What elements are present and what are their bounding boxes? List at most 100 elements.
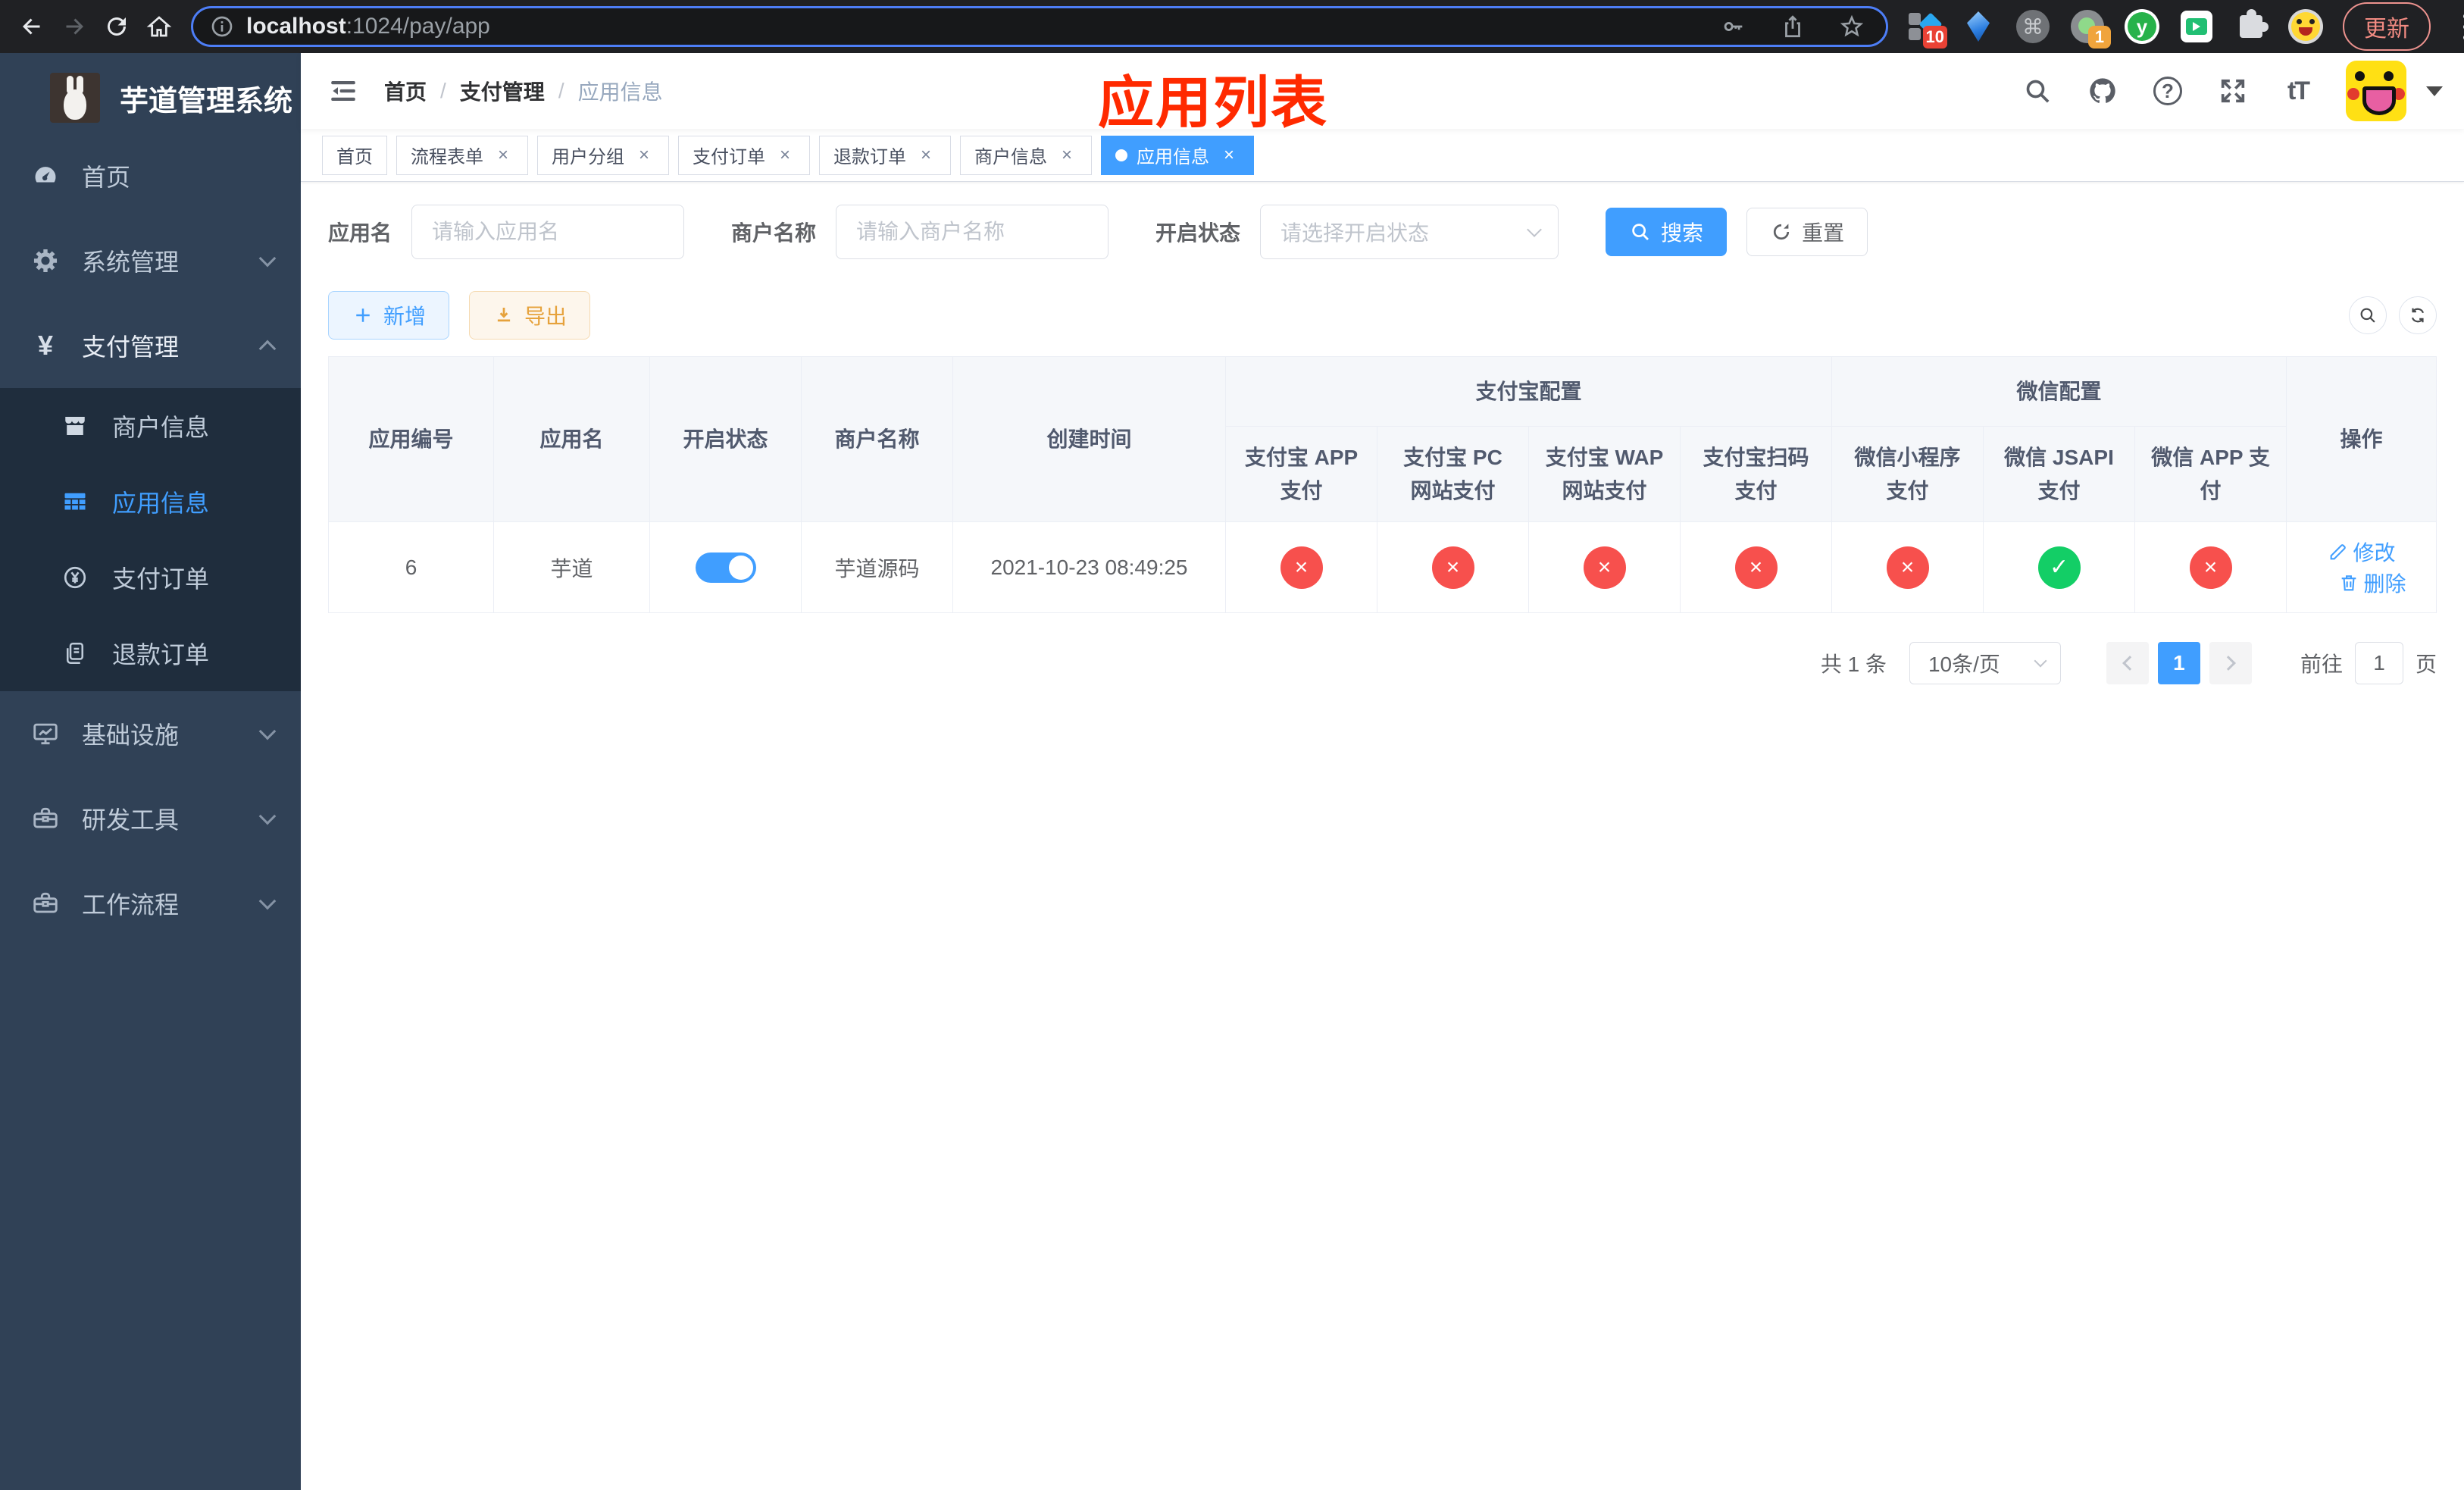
toolbox-icon xyxy=(30,803,61,834)
extension-chat-icon[interactable] xyxy=(2179,9,2214,44)
merchant-name-label: 商户名称 xyxy=(731,221,817,245)
tab-merchant-info[interactable]: 商户信息 × xyxy=(960,135,1092,175)
add-button[interactable]: 新增 xyxy=(328,291,450,340)
reload-icon[interactable] xyxy=(95,5,138,48)
close-icon[interactable]: × xyxy=(492,145,514,166)
goto-unit-label: 页 xyxy=(2415,653,2437,676)
merchant-name-input[interactable] xyxy=(836,205,1109,259)
tab-process-form[interactable]: 流程表单 × xyxy=(396,135,528,175)
reset-button[interactable]: 重置 xyxy=(1746,208,1868,256)
cell-app-name: 芋道 xyxy=(493,521,650,613)
goto-page-input[interactable] xyxy=(2354,642,2403,684)
prev-page-button[interactable] xyxy=(2106,642,2149,684)
app-logo[interactable]: 芋道管理系统 xyxy=(0,53,301,129)
share-icon[interactable] xyxy=(1780,14,1806,39)
browser-menu-icon[interactable] xyxy=(2450,13,2464,40)
tab-home[interactable]: 首页 xyxy=(322,135,387,175)
status-cross-icon: × xyxy=(2189,546,2232,589)
page-size-select[interactable]: 10条/页 xyxy=(1909,642,2061,684)
bookmark-star-icon[interactable] xyxy=(1839,14,1865,39)
sidebar-item-pay-order[interactable]: 支付订单 xyxy=(0,540,301,615)
export-button[interactable]: 导出 xyxy=(469,291,591,340)
status-cross-icon: × xyxy=(1583,546,1626,589)
sidebar-item-payment[interactable]: ¥ 支付管理 xyxy=(0,303,301,388)
browser-update-button[interactable]: 更新 xyxy=(2343,2,2431,51)
sidebar-item-app-info[interactable]: 应用信息 xyxy=(0,464,301,540)
extensions-puzzle-icon[interactable] xyxy=(2234,9,2269,44)
sidebar-item-system[interactable]: 系统管理 xyxy=(0,218,301,303)
close-icon[interactable]: × xyxy=(774,145,796,166)
tab-refund-order[interactable]: 退款订单 × xyxy=(819,135,951,175)
cell-wechat-app-status: × xyxy=(2134,521,2287,613)
col-header-wechat-mini: 微信小程序支付 xyxy=(1831,426,1984,522)
refresh-button[interactable] xyxy=(2399,296,2437,334)
navbar: 首页 / 支付管理 / 应用信息 应用列表 ? tT xyxy=(301,53,2464,134)
col-header-merchant: 商户名称 xyxy=(801,356,953,522)
chevron-down-icon xyxy=(258,249,277,268)
tab-user-group[interactable]: 用户分组 × xyxy=(537,135,669,175)
cell-wechat-mini-status: × xyxy=(1831,521,1984,613)
close-icon[interactable]: × xyxy=(915,145,937,166)
next-page-button[interactable] xyxy=(2209,642,2252,684)
col-header-status: 开启状态 xyxy=(649,356,802,522)
pencil-icon xyxy=(2330,543,2346,559)
logo-image xyxy=(50,73,100,123)
help-icon[interactable]: ? xyxy=(2150,74,2185,108)
close-icon[interactable]: × xyxy=(1056,145,1077,166)
extension-recorder-icon[interactable]: 1 xyxy=(2070,9,2111,49)
password-key-icon[interactable] xyxy=(1721,14,1746,39)
enabled-switch[interactable] xyxy=(695,552,756,583)
sidebar-item-infrastructure[interactable]: 基础设施 xyxy=(0,691,301,776)
toggle-search-button[interactable] xyxy=(2349,296,2387,334)
font-size-icon[interactable]: tT xyxy=(2281,74,2315,108)
forward-icon[interactable] xyxy=(53,5,95,48)
site-info-icon[interactable] xyxy=(210,14,234,39)
status-cross-icon: × xyxy=(1431,546,1474,589)
breadcrumb: 首页 / 支付管理 / 应用信息 xyxy=(384,76,663,106)
table-row: 6 芋道 芋道源码 2021-10-23 08:49:25 × × × × × xyxy=(328,521,2437,613)
page-number-button[interactable]: 1 xyxy=(2157,642,2200,684)
group-header-wechat: 微信配置 xyxy=(1831,356,2287,427)
close-icon[interactable]: × xyxy=(1218,145,1240,166)
delete-button[interactable]: 删除 xyxy=(2338,568,2406,598)
gear-icon xyxy=(30,246,61,276)
edit-button[interactable]: 修改 xyxy=(2328,537,2396,567)
active-tab-dot xyxy=(1115,149,1127,161)
cell-app-id: 6 xyxy=(328,521,494,613)
search-icon[interactable] xyxy=(2020,74,2055,108)
extension-command-icon[interactable]: ⌘ xyxy=(2015,9,2050,44)
sidebar-item-refund-order[interactable]: 退款订单 xyxy=(0,615,301,691)
home-icon[interactable] xyxy=(138,5,180,48)
breadcrumb-home[interactable]: 首页 xyxy=(384,76,427,106)
user-menu-caret-icon[interactable] xyxy=(2426,86,2443,96)
browser-profile-avatar[interactable] xyxy=(2288,9,2323,44)
extension-y-icon[interactable]: y xyxy=(2125,9,2159,44)
fullscreen-icon[interactable] xyxy=(2215,74,2250,108)
cell-alipay-pc-status: × xyxy=(1377,521,1529,613)
breadcrumb-payment[interactable]: 支付管理 xyxy=(460,76,545,106)
tab-pay-order[interactable]: 支付订单 × xyxy=(678,135,810,175)
url-text[interactable]: localhost:1024/pay/app xyxy=(246,14,1721,39)
close-icon[interactable]: × xyxy=(633,145,655,166)
sidebar-item-workflow[interactable]: 工作流程 xyxy=(0,861,301,946)
browser-toolbar: localhost:1024/pay/app 10 ⌘ 1 y 更新 xyxy=(0,0,2464,53)
back-icon[interactable] xyxy=(11,5,53,48)
extension-blocks-icon[interactable]: 10 xyxy=(1906,9,1947,49)
toolbox-icon xyxy=(30,888,61,919)
extensions-row: 10 ⌘ 1 y 更新 xyxy=(1906,2,2464,51)
user-avatar[interactable] xyxy=(2346,61,2406,121)
address-bar[interactable]: localhost:1024/pay/app xyxy=(191,6,1888,47)
chevron-right-icon xyxy=(2221,656,2236,671)
sidebar-item-home[interactable]: 首页 xyxy=(0,133,301,218)
tab-app-info[interactable]: 应用信息 × xyxy=(1101,135,1254,175)
sidebar-item-merchant-info[interactable]: 商户信息 xyxy=(0,388,301,464)
sidebar-toggle-hamburger-icon[interactable] xyxy=(325,73,361,109)
github-icon[interactable] xyxy=(2085,74,2120,108)
sidebar-item-dev-tools[interactable]: 研发工具 xyxy=(0,776,301,861)
extension-gem-icon[interactable] xyxy=(1961,9,1996,44)
search-button[interactable]: 搜索 xyxy=(1606,208,1728,256)
status-select[interactable]: 请选择开启状态 xyxy=(1260,205,1559,259)
cell-alipay-wap-status: × xyxy=(1528,521,1681,613)
app-title: 芋道管理系统 xyxy=(120,85,293,117)
app-name-input[interactable] xyxy=(411,205,685,259)
